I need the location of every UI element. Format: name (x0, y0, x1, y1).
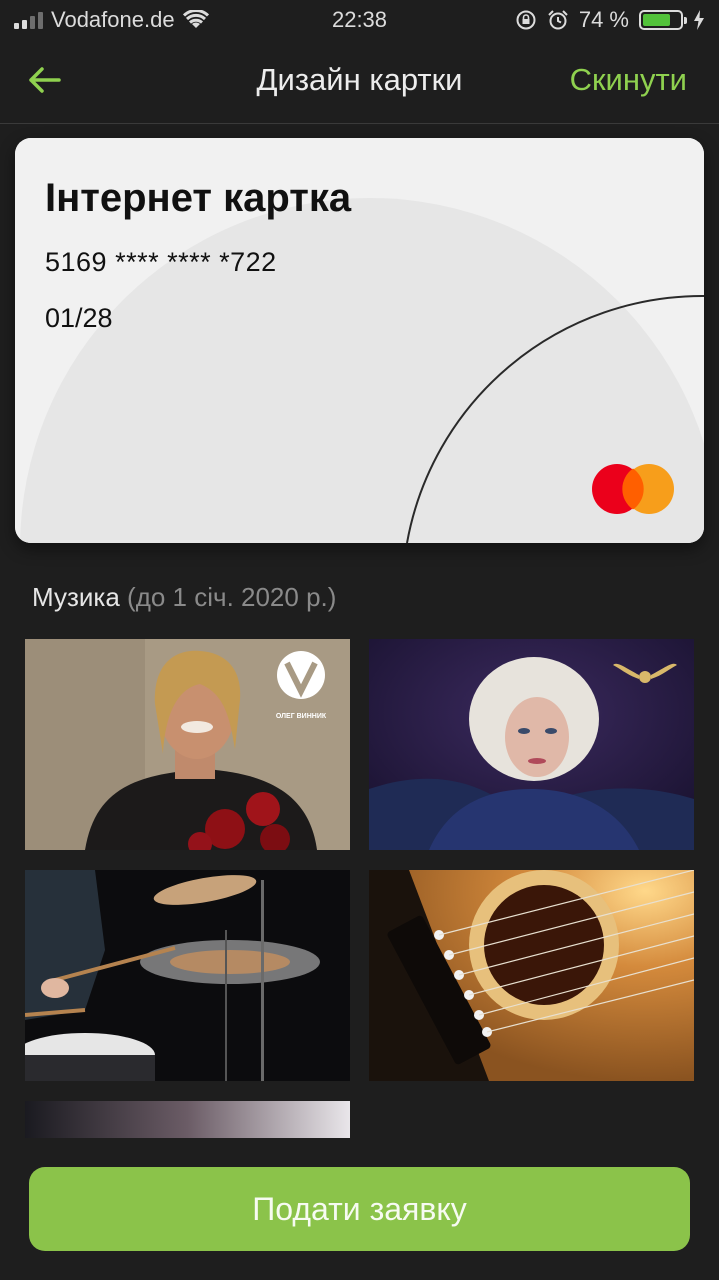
alarm-icon (548, 10, 568, 30)
svg-text:ОЛЕГ ВИННИК: ОЛЕГ ВИННИК (276, 713, 327, 720)
status-bar: Vodafone.de 22:38 74 % (0, 0, 719, 40)
drums-image (25, 870, 350, 1081)
carrier-label: Vodafone.de (51, 7, 175, 32)
nav-bar: Дизайн картки Скинути (0, 40, 719, 124)
partial-design-image (25, 1101, 350, 1138)
design-drums[interactable] (25, 870, 350, 1081)
oleg-vynnyk-image: ОЛЕГ ВИННИК (25, 639, 350, 850)
design-blonde-singer[interactable] (369, 639, 694, 850)
vynnyk-logo-icon (277, 651, 325, 699)
section-title-text: Музика (32, 582, 120, 612)
wifi-icon (182, 10, 209, 28)
charging-icon (694, 10, 704, 30)
design-oleg-vynnyk[interactable]: ОЛЕГ ВИННИК (25, 639, 350, 850)
card-expiry: 01/28 (45, 303, 113, 333)
blonde-singer-image (369, 639, 694, 850)
design-partial[interactable] (25, 1101, 350, 1138)
submit-application-button[interactable]: Подати заявку (29, 1167, 690, 1251)
design-guitar[interactable] (369, 870, 694, 1081)
battery-icon (639, 10, 687, 30)
signal-icon (14, 11, 43, 29)
lock-rotation-icon (516, 10, 536, 30)
reset-button[interactable]: Скинути (570, 62, 687, 98)
mastercard-logo (592, 464, 674, 514)
card-name: Інтернет картка (45, 176, 352, 220)
card-preview: Інтернет картка 5169 **** **** *722 01/2… (15, 138, 704, 543)
card-number: 5169 **** **** *722 (45, 247, 277, 277)
battery-percent: 74 % (578, 7, 629, 32)
section-title: Музика (до 1 січ. 2020 р.) (32, 582, 336, 613)
section-subtitle: (до 1 січ. 2020 р.) (127, 582, 337, 612)
guitar-image (369, 870, 694, 1081)
